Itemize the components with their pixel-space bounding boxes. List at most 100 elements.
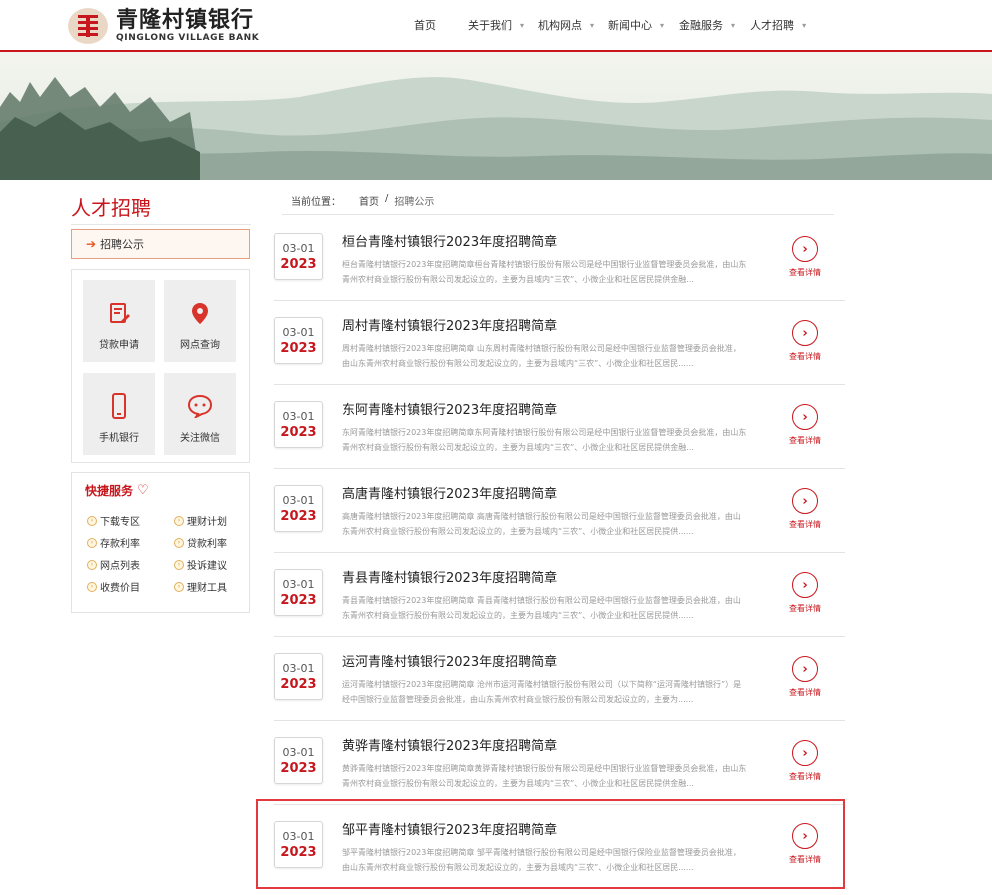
quick-item-wealth-plan[interactable]: › 理财计划: [174, 513, 227, 528]
list-item-title[interactable]: 东阿青隆村镇银行2023年度招聘简章: [342, 399, 557, 418]
quick-item-label: 理财计划: [187, 517, 227, 528]
divider: [71, 224, 251, 225]
nav-branches[interactable]: 机构网点 ▾: [538, 17, 594, 33]
view-details-button[interactable]: › 查看详情: [782, 823, 828, 865]
view-details-label: 查看详情: [789, 855, 821, 864]
view-details-button[interactable]: › 查看详情: [782, 488, 828, 530]
site-header: 青隆村镇银行 QINGLONG VILLAGE BANK 首页 关于我们 ▾ 机构…: [0, 0, 992, 52]
quick-item-complaints[interactable]: › 投诉建议: [174, 557, 227, 572]
chevron-right-icon: ›: [792, 823, 818, 849]
tile-label: 贷款申请: [99, 340, 139, 351]
nav-label: 关于我们: [468, 19, 512, 32]
mountain-banner-image: [0, 52, 992, 180]
breadcrumb-current: 招聘公示: [394, 197, 435, 208]
list-item-summary: 青县青隆村镇银行2023年度招聘简章 青县青隆村镇银行股份有限公司是经中国银行业…: [342, 596, 741, 620]
view-details-label: 查看详情: [789, 688, 821, 697]
date-month-day: 03-01: [282, 830, 315, 843]
circle-arrow-icon: ›: [174, 537, 184, 548]
date-badge: 03-01 2023: [274, 653, 323, 700]
date-month-day: 03-01: [282, 410, 315, 423]
list-item-summary: 高唐青隆村镇银行2023年度招聘简章 高唐青隆村镇银行股份有限公司是经中国银行业…: [342, 512, 741, 536]
list-item-summary: 桓台青隆村镇银行2023年度招聘简章桓台青隆村镇银行股份有限公司是经中国银行业监…: [342, 260, 747, 284]
circle-arrow-icon: ›: [87, 515, 97, 526]
view-details-label: 查看详情: [789, 772, 821, 781]
nav-label: 人才招聘: [750, 19, 795, 32]
sidebar-item-recruitment-notice[interactable]: ➔ 招聘公示: [71, 229, 250, 259]
date-badge: 03-01 2023: [274, 821, 323, 868]
divider: [282, 214, 834, 215]
list-item-title[interactable]: 黄骅青隆村镇银行2023年度招聘简章: [342, 735, 557, 754]
nav-home[interactable]: 首页: [414, 17, 436, 33]
tile-follow-wechat[interactable]: 关注微信: [164, 373, 236, 455]
tile-loan-application[interactable]: 贷款申请: [83, 280, 155, 362]
list-item: 03-01 2023 东阿青隆村镇银行2023年度招聘简章 东阿青隆村镇银行20…: [274, 385, 845, 469]
chevron-down-icon: ▾: [590, 20, 595, 30]
nav-label: 机构网点: [538, 19, 583, 32]
quick-item-label: 理财工具: [187, 583, 227, 594]
tile-mobile-banking[interactable]: 手机银行: [83, 373, 155, 455]
quick-item-loan-rates[interactable]: › 贷款利率: [174, 535, 227, 550]
date-badge: 03-01 2023: [274, 233, 323, 280]
list-item-summary: 黄骅青隆村镇银行2023年度招聘简章黄骅青隆村镇银行股份有限公司是经中国银行业监…: [342, 764, 747, 788]
view-details-label: 查看详情: [789, 436, 821, 445]
nav-financial-services[interactable]: 金融服务 ▾: [679, 17, 735, 33]
date-badge: 03-01 2023: [274, 401, 323, 448]
list-item-summary: 周村青隆村镇银行2023年度招聘简章 山东周村青隆村镇银行股份有限公司是经中国银…: [342, 344, 741, 368]
chevron-right-icon: ›: [792, 740, 818, 766]
view-details-button[interactable]: › 查看详情: [782, 404, 828, 446]
list-item-title[interactable]: 桓台青隆村镇银行2023年度招聘简章: [342, 231, 557, 250]
main-nav: 首页 关于我们 ▾ 机构网点 ▾ 新闻中心 ▾ 金融服务 ▾ 人才招聘 ▾: [400, 0, 806, 50]
list-item-title[interactable]: 高唐青隆村镇银行2023年度招聘简章: [342, 483, 557, 502]
quick-item-deposit-rates[interactable]: › 存款利率: [87, 535, 140, 550]
circle-arrow-icon: ›: [87, 537, 97, 548]
circle-arrow-icon: ›: [174, 559, 184, 570]
view-details-label: 查看详情: [789, 352, 821, 361]
quick-item-label: 贷款利率: [187, 539, 227, 550]
date-year: 2023: [280, 257, 317, 272]
view-details-button[interactable]: › 查看详情: [782, 572, 828, 614]
quick-item-fees[interactable]: › 收费价目: [87, 579, 140, 594]
nav-careers[interactable]: 人才招聘 ▾: [750, 17, 806, 33]
chevron-right-icon: ›: [792, 572, 818, 598]
date-year: 2023: [280, 761, 317, 776]
circle-arrow-icon: ›: [87, 581, 97, 592]
date-year: 2023: [280, 677, 317, 692]
quick-item-downloads[interactable]: › 下载专区: [87, 513, 140, 528]
sidebar-item-label: 招聘公示: [100, 238, 145, 251]
chevron-right-icon: ›: [792, 236, 818, 262]
date-year: 2023: [280, 593, 317, 608]
view-details-label: 查看详情: [789, 604, 821, 613]
date-month-day: 03-01: [282, 578, 315, 591]
chevron-right-icon: ›: [792, 488, 818, 514]
view-details-button[interactable]: › 查看详情: [782, 740, 828, 782]
chevron-down-icon: ▾: [802, 20, 807, 30]
list-item-title[interactable]: 周村青隆村镇银行2023年度招聘简章: [342, 315, 557, 334]
list-item-title[interactable]: 运河青隆村镇银行2023年度招聘简章: [342, 651, 557, 670]
view-details-button[interactable]: › 查看详情: [782, 320, 828, 362]
nav-news[interactable]: 新闻中心 ▾: [608, 17, 664, 33]
list-item: 03-01 2023 桓台青隆村镇银行2023年度招聘简章 桓台青隆村镇银行20…: [274, 217, 845, 301]
quick-item-wealth-tools[interactable]: › 理财工具: [174, 579, 227, 594]
chevron-down-icon: ▾: [520, 20, 525, 30]
date-year: 2023: [280, 425, 317, 440]
date-year: 2023: [280, 509, 317, 524]
breadcrumb-separator: /: [385, 193, 389, 204]
breadcrumb-home-link[interactable]: 首页: [359, 193, 379, 208]
date-badge: 03-01 2023: [274, 569, 323, 616]
quick-item-label: 下载专区: [100, 517, 140, 528]
quick-item-branch-list[interactable]: › 网点列表: [87, 557, 140, 572]
tile-branch-search[interactable]: 网点查询: [164, 280, 236, 362]
list-item-title[interactable]: 青县青隆村镇银行2023年度招聘简章: [342, 567, 557, 586]
view-details-button[interactable]: › 查看详情: [782, 236, 828, 278]
date-badge: 03-01 2023: [274, 485, 323, 532]
bank-logo[interactable]: 青隆村镇银行 QINGLONG VILLAGE BANK: [68, 8, 259, 44]
nav-about[interactable]: 关于我们 ▾: [468, 17, 524, 33]
list-item-title[interactable]: 邹平青隆村镇银行2023年度招聘简章: [342, 819, 557, 838]
quick-services-label: 快捷服务: [85, 484, 134, 498]
quick-services-panel: 快捷服务 ♡ › 下载专区 › 理财计划 › 存款利率 › 贷款利率 › 网点列表 › 投诉…: [71, 472, 250, 613]
location-pin-icon: [187, 300, 213, 326]
date-month-day: 03-01: [282, 326, 315, 339]
view-details-button[interactable]: › 查看详情: [782, 656, 828, 698]
circle-arrow-icon: ›: [174, 581, 184, 592]
bank-logo-icon: [68, 8, 108, 44]
